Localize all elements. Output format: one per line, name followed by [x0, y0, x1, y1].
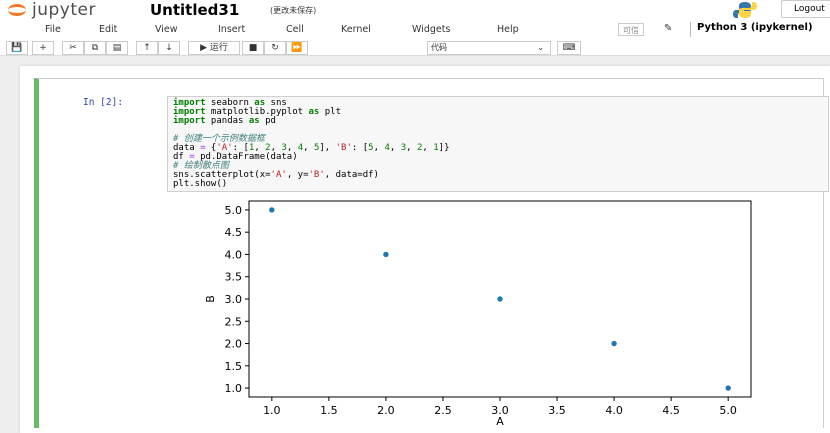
- restart-button[interactable]: ↻: [264, 41, 286, 55]
- jupyter-logo[interactable]: jupyter: [8, 0, 96, 20]
- save-status: (更改未保存): [270, 6, 317, 15]
- x-tick-label: 1.0: [263, 404, 281, 417]
- menubar: File Edit View Insert Cell Kernel Widget…: [0, 20, 830, 40]
- menu-cell[interactable]: Cell: [286, 24, 304, 35]
- x-tick-label: 4.0: [605, 404, 623, 417]
- cut-button[interactable]: ✂: [62, 41, 84, 55]
- x-tick-label: 2.5: [434, 404, 452, 417]
- save-button[interactable]: 💾: [6, 41, 28, 55]
- keyboard-icon: ⌨: [562, 43, 576, 53]
- y-tick-label: 3.0: [225, 293, 243, 306]
- paste-icon: ▤: [112, 43, 122, 53]
- menu-insert[interactable]: Insert: [218, 24, 245, 35]
- restart-run-all-button[interactable]: ⏩: [286, 41, 308, 55]
- paste-button[interactable]: ▤: [106, 41, 128, 55]
- scatter-point: [610, 340, 618, 347]
- y-tick-label: 3.5: [225, 271, 243, 284]
- toolbar: 💾 + ✂ ⧉ ▤ ↑ ↓ ▶ 运行 ■ ↻ ⏩ 代码 ⌄ ⌨: [0, 40, 830, 56]
- interrupt-button[interactable]: ■: [242, 41, 264, 55]
- input-prompt: In [2]:: [83, 97, 124, 108]
- fast-forward-icon: ⏩: [291, 43, 303, 53]
- code-editor[interactable]: import seaborn as sns import matplotlib.…: [167, 96, 829, 192]
- header: jupyter Untitled31 (更改未保存) Logout: [0, 0, 830, 20]
- trusted-indicator[interactable]: 可信: [618, 23, 644, 36]
- x-axis: 1.0 1.5 2.0 2.5 3.0 3.5 4.0 4.5 5.0: [263, 397, 737, 417]
- run-label: 运行: [209, 43, 228, 53]
- y-tick-label: 2.0: [225, 338, 243, 351]
- logout-button[interactable]: Logout: [781, 0, 830, 18]
- copy-button[interactable]: ⧉: [84, 41, 106, 55]
- x-tick-label: 3.5: [548, 404, 566, 417]
- cell-type-select[interactable]: 代码 ⌄: [427, 41, 551, 55]
- x-tick-label: 5.0: [719, 404, 737, 417]
- menu-widgets[interactable]: Widgets: [412, 24, 450, 35]
- scatter-plot: 1.0 1.5 2.0 2.5 3.0 3.5 4.0 4.5 5.0 1.0 1.5 2.0 2.5…: [204, 200, 752, 427]
- move-up-button[interactable]: ↑: [136, 41, 158, 55]
- insert-cell-button[interactable]: +: [32, 41, 54, 55]
- y-tick-label: 1.5: [225, 360, 243, 373]
- notebook-name[interactable]: Untitled31: [150, 1, 239, 19]
- python-logo-icon: [733, 2, 757, 18]
- code-cell[interactable]: In [2]: import seaborn as sns import mat…: [34, 78, 829, 428]
- code-line: plt.show(): [173, 179, 228, 189]
- chevron-down-icon: ⌄: [537, 43, 544, 52]
- x-tick-label: 2.0: [377, 404, 395, 417]
- scatter-point: [496, 295, 504, 303]
- notebook-container: In [2]: import seaborn as sns import mat…: [20, 66, 830, 433]
- save-icon: 💾: [11, 43, 23, 53]
- scatter-point: [382, 251, 390, 258]
- y-tick-label: 2.5: [225, 315, 243, 328]
- run-button[interactable]: ▶ 运行: [188, 41, 240, 55]
- menu-help[interactable]: Help: [497, 24, 519, 35]
- scatter-point: [724, 384, 732, 392]
- data-points: [268, 206, 732, 392]
- kernel-indicator[interactable]: Python 3 (ipykernel): [690, 22, 813, 37]
- restart-icon: ↻: [271, 43, 279, 53]
- y-tick-label: 1.0: [225, 382, 243, 395]
- stop-icon: ■: [248, 43, 258, 53]
- copy-icon: ⧉: [91, 43, 99, 53]
- cell-type-value: 代码: [431, 43, 447, 52]
- x-axis-label: A: [496, 415, 504, 427]
- menu-view[interactable]: View: [155, 24, 178, 35]
- code-line: import pandas as pd: [173, 116, 276, 126]
- move-down-button[interactable]: ↓: [158, 41, 180, 55]
- menu-edit[interactable]: Edit: [99, 24, 117, 35]
- plus-icon: +: [39, 43, 47, 53]
- x-tick-label: 4.5: [662, 404, 680, 417]
- edit-mode-pencil-icon: ✎: [664, 23, 673, 34]
- jupyter-logo-icon: [8, 4, 26, 16]
- scissors-icon: ✂: [69, 43, 77, 53]
- y-axis: 1.0 1.5 2.0 2.5 3.0 3.5 4.0 4.5 5.0: [225, 204, 249, 395]
- menu-kernel[interactable]: Kernel: [341, 24, 371, 35]
- y-tick-label: 4.0: [225, 248, 243, 261]
- play-icon: ▶: [200, 43, 208, 53]
- scatter-point: [268, 206, 276, 214]
- logo-text: jupyter: [32, 0, 96, 20]
- arrow-down-icon: ↓: [165, 43, 173, 53]
- y-tick-label: 5.0: [225, 204, 243, 217]
- y-tick-label: 4.5: [225, 226, 243, 239]
- y-axis-label: B: [204, 295, 217, 303]
- x-tick-label: 1.5: [320, 404, 338, 417]
- arrow-up-icon: ↑: [143, 43, 151, 53]
- command-palette-button[interactable]: ⌨: [557, 41, 581, 55]
- menu-file[interactable]: File: [45, 24, 61, 35]
